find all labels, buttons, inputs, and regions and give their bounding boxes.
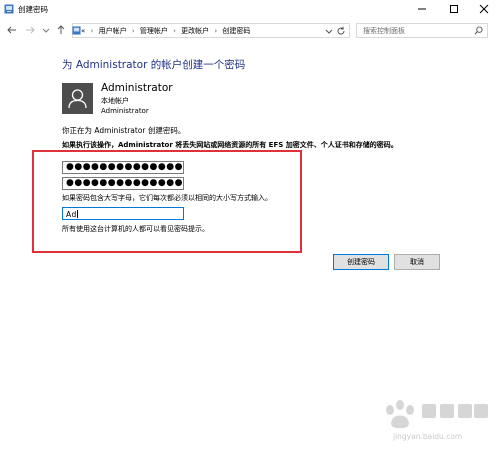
user-name-secondary: Administrator	[101, 107, 149, 115]
minimize-icon	[418, 8, 426, 10]
close-button[interactable]	[470, 0, 498, 18]
chevron-right-icon: ›	[214, 27, 218, 35]
user-silhouette-icon	[68, 89, 87, 109]
search-box[interactable]: 搜索控制面板	[356, 23, 488, 38]
hint-visibility-note: 所有使用这台计算机的人都可以看见密码提示。	[62, 225, 209, 233]
search-placeholder: 搜索控制面板	[363, 27, 405, 35]
breadcrumb-user-accounts[interactable]: 用户帐户	[99, 27, 127, 35]
chevron-right-icon: ›	[131, 27, 135, 35]
new-password-field[interactable]: ●●●●●●●●●●●●●●	[62, 161, 184, 174]
recent-locations-button[interactable]	[40, 24, 52, 36]
new-password-value: ●●●●●●●●●●●●●●	[66, 162, 183, 172]
avatar	[62, 83, 93, 114]
warning-text: 如果执行该操作，Administrator 将丢失网站或网络资源的所有 EFS …	[62, 141, 398, 149]
up-button[interactable]	[55, 24, 67, 36]
case-sensitivity-note: 如果密码包含大写字母，它们每次都必须以相同的大小写方式输入。	[62, 194, 272, 202]
close-icon	[479, 4, 489, 14]
back-button[interactable]	[6, 24, 18, 36]
maximize-button[interactable]	[440, 0, 468, 18]
title-bar: 创建密码	[0, 0, 500, 18]
create-password-button[interactable]: 创建密码	[333, 254, 389, 270]
address-bar[interactable]: « › 用户帐户 › 管理帐户 › 更改帐户 › 创建密码	[72, 23, 350, 38]
cancel-button[interactable]: 取消	[394, 254, 440, 270]
window-title: 创建密码	[18, 5, 48, 14]
text-caret	[77, 210, 78, 218]
control-panel-icon	[72, 26, 81, 35]
breadcrumb-manage-accounts[interactable]: 管理帐户	[140, 27, 168, 35]
breadcrumb: « › 用户帐户 › 管理帐户 › 更改帐户 › 创建密码	[81, 26, 250, 36]
password-hint-field[interactable]: Ad	[62, 207, 184, 220]
forward-button[interactable]	[24, 24, 36, 36]
search-icon[interactable]	[474, 26, 483, 35]
user-name: Administrator	[101, 82, 173, 94]
breadcrumb-create-password[interactable]: 创建密码	[222, 27, 250, 35]
refresh-icon[interactable]	[336, 26, 346, 36]
confirm-password-field[interactable]: ●●●●●●●●●●●●●●	[62, 177, 184, 190]
control-panel-icon	[4, 4, 14, 14]
account-type: 本地帐户	[101, 97, 129, 105]
maximize-icon	[450, 5, 458, 13]
watermark-url: jingyan.baidu.com	[393, 432, 463, 441]
password-hint-value: Ad	[66, 210, 77, 219]
chevron-down-icon[interactable]	[325, 27, 333, 35]
arrow-right-icon	[26, 26, 35, 34]
arrow-left-icon	[7, 26, 16, 34]
navigation-bar: « › 用户帐户 › 管理帐户 › 更改帐户 › 创建密码 搜索控制面板	[0, 20, 500, 40]
chevron-down-icon	[42, 28, 50, 33]
chevron-right-icon: ›	[90, 27, 94, 35]
confirm-password-value: ●●●●●●●●●●●●●●	[66, 178, 183, 188]
chevron-right-icon: ›	[173, 27, 176, 35]
arrow-up-icon	[57, 25, 65, 34]
minimize-button[interactable]	[408, 0, 436, 18]
intro-text: 你正在为 Administrator 创建密码。	[62, 126, 186, 135]
page-title: 为 Administrator 的帐户创建一个密码	[62, 59, 246, 71]
breadcrumb-change-account[interactable]: 更改帐户	[181, 27, 209, 35]
breadcrumb-overflow[interactable]: «	[81, 27, 85, 35]
